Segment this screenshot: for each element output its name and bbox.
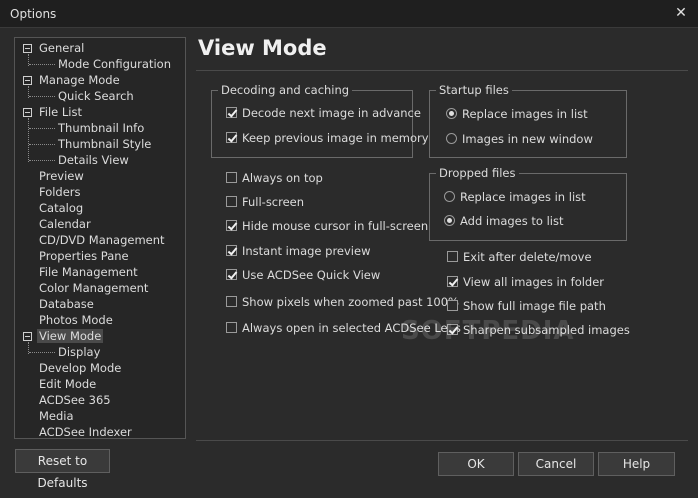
tree-connector [29,128,55,129]
tree-item-view-mode[interactable]: View Mode [37,328,104,344]
tree-item-thumbnail-info[interactable]: Thumbnail Info [58,120,144,136]
tree-item-file-management[interactable]: File Management [39,264,138,280]
help-button[interactable]: Help [598,452,675,476]
collapse-icon[interactable] [23,44,32,53]
cancel-button[interactable]: Cancel [518,452,594,476]
tree-item-catalog[interactable]: Catalog [39,200,83,216]
tree-item-display[interactable]: Display [58,344,100,360]
tree-item-properties-pane[interactable]: Properties Pane [39,248,129,264]
checkbox-box[interactable] [226,132,237,143]
radio-button[interactable] [446,108,457,119]
checkbox-box[interactable] [226,107,237,118]
ok-button[interactable]: OK [438,452,514,476]
options-tree[interactable]: General Mode Configuration Manage Mode Q… [14,37,186,439]
reset-defaults-button[interactable]: Reset to Defaults [15,449,110,490]
tree-item-acdsee-indexer[interactable]: ACDSee Indexer [39,424,132,438]
startup-files-group: Startup files [429,83,627,158]
checkbox-box[interactable] [226,245,237,256]
radio-button[interactable] [446,133,457,144]
checkbox-box[interactable] [226,220,237,231]
tree-item-mode-configuration[interactable]: Mode Configuration [58,56,171,72]
checkbox-box[interactable] [226,322,237,333]
page-title: View Mode [198,36,327,60]
tree-item-general[interactable]: General [39,40,84,56]
tree-scrollbar[interactable]: ▲ ▼ [185,38,186,438]
radio-button[interactable] [444,215,455,226]
tree-item-media[interactable]: Media [39,408,74,424]
group-legend: Startup files [436,83,512,97]
checkbox-box[interactable] [447,300,458,311]
dropped-files-group: Dropped files [429,166,627,241]
collapse-icon[interactable] [23,108,32,117]
tree-item-manage-mode[interactable]: Manage Mode [39,72,120,88]
collapse-icon[interactable] [23,76,32,85]
tree-item-photos-mode[interactable]: Photos Mode [39,312,113,328]
tree-item-preview[interactable]: Preview [39,168,84,184]
tree-item-acdsee-365[interactable]: ACDSee 365 [39,392,111,408]
tree-item-details-view[interactable]: Details View [58,152,129,168]
checkbox-box[interactable] [226,172,237,183]
tree-item-database[interactable]: Database [39,296,94,312]
tree-item-color-management[interactable]: Color Management [39,280,148,296]
tree-connector [29,96,55,97]
group-legend: Dropped files [436,166,519,180]
tree-item-edit-mode[interactable]: Edit Mode [39,376,96,392]
tree-connector [28,118,29,162]
tree-item-develop-mode[interactable]: Develop Mode [39,360,121,376]
tree-connector [29,160,55,161]
tree-item-cd-dvd-management[interactable]: CD/DVD Management [39,232,165,248]
title-bar: Options ✕ [0,0,698,28]
tree-connector [29,64,55,65]
footer-divider [196,440,688,441]
tree-item-calendar[interactable]: Calendar [39,216,91,232]
title-divider [196,70,688,71]
checkbox-box[interactable] [226,196,237,207]
tree-item-file-list[interactable]: File List [39,104,82,120]
tree-item-quick-search[interactable]: Quick Search [58,88,134,104]
checkbox-box[interactable] [226,269,237,280]
watermark-logo: SOFTPEDIA [401,316,575,346]
tree-item-folders[interactable]: Folders [39,184,81,200]
window-title: Options [10,7,57,21]
group-legend: Decoding and caching [218,83,353,97]
checkbox-box[interactable] [226,296,237,307]
collapse-icon[interactable] [23,332,32,341]
tree-item-thumbnail-style[interactable]: Thumbnail Style [58,136,151,152]
close-icon[interactable]: ✕ [670,2,692,24]
tree-connector [29,144,55,145]
tree-connector [29,352,55,353]
checkbox-box[interactable] [447,276,458,287]
radio-button[interactable] [444,191,455,202]
decoding-caching-group: Decoding and caching [211,83,413,158]
checkbox-box[interactable] [447,251,458,262]
